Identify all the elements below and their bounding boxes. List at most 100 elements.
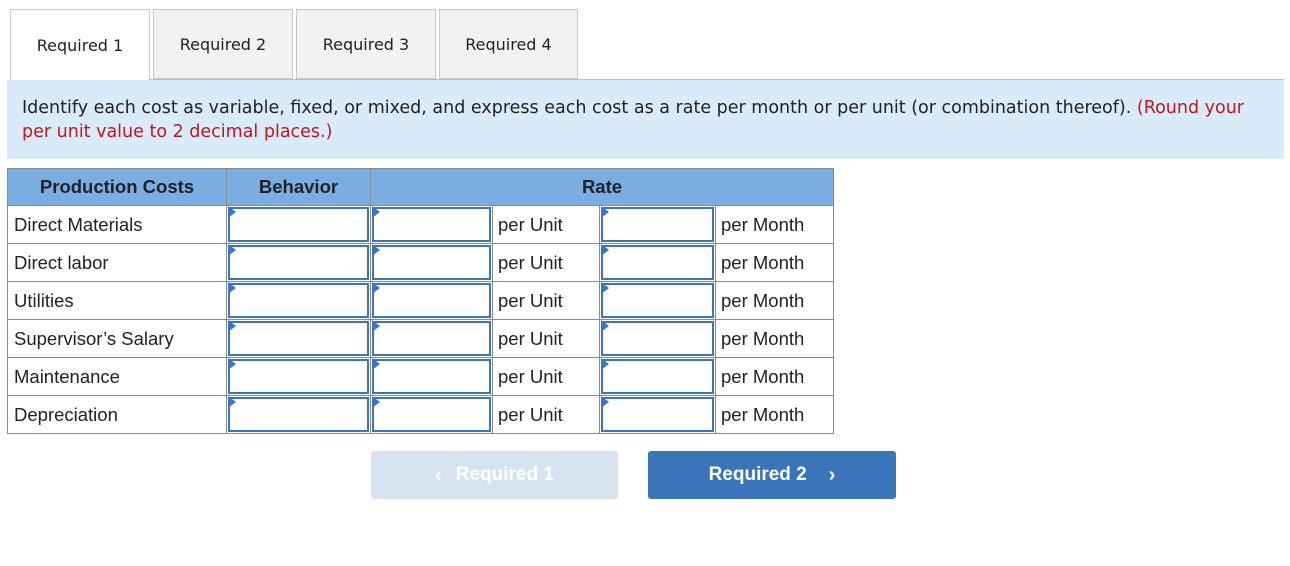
- input-indicator-icon: [372, 320, 380, 332]
- cost-label: Direct labor: [7, 243, 227, 282]
- dropdown-indicator-icon: [228, 358, 236, 370]
- cost-label: Direct Materials: [7, 205, 227, 244]
- input-indicator-icon: [601, 282, 609, 294]
- table-row: Maintenance per Unit per Month: [7, 357, 834, 396]
- dropdown-indicator-icon: [228, 396, 236, 408]
- behavior-input[interactable]: [226, 243, 371, 282]
- table-header-row: Production Costs Behavior Rate: [7, 168, 834, 206]
- dropdown-indicator-icon: [228, 282, 236, 294]
- tab-label: Required 1: [36, 35, 124, 55]
- behavior-input[interactable]: [226, 205, 371, 244]
- tab-bar: Required 1 Required 2 Required 3 Require…: [10, 9, 581, 80]
- per-month-input[interactable]: [599, 243, 716, 282]
- next-required-button[interactable]: Required 2 ›: [648, 451, 896, 499]
- per-unit-label: per Unit: [492, 243, 600, 282]
- instructions-text: Identify each cost as variable, fixed, o…: [22, 98, 1132, 118]
- per-month-input-box[interactable]: [601, 397, 714, 432]
- per-unit-input[interactable]: [370, 281, 493, 320]
- cost-label: Utilities: [7, 281, 227, 320]
- prev-button-label: Required 1: [455, 464, 554, 485]
- header-rate: Rate: [370, 168, 834, 206]
- behavior-input-box[interactable]: [228, 359, 369, 394]
- table-row: Utilities per Unit per Month: [7, 281, 834, 320]
- input-indicator-icon: [372, 206, 380, 218]
- per-unit-label: per Unit: [492, 357, 600, 396]
- per-unit-input-box[interactable]: [372, 245, 491, 280]
- per-unit-input[interactable]: [370, 357, 493, 396]
- per-month-label: per Month: [715, 205, 834, 244]
- behavior-input-box[interactable]: [228, 245, 369, 280]
- header-production-costs: Production Costs: [7, 168, 227, 206]
- per-unit-input-box[interactable]: [372, 321, 491, 356]
- per-month-input-box[interactable]: [601, 359, 714, 394]
- dropdown-indicator-icon: [228, 320, 236, 332]
- per-month-input[interactable]: [599, 205, 716, 244]
- per-unit-label: per Unit: [492, 281, 600, 320]
- cost-label: Depreciation: [7, 395, 227, 434]
- per-month-input-box[interactable]: [601, 283, 714, 318]
- cost-behavior-table: Production Costs Behavior Rate Direct Ma…: [7, 168, 834, 434]
- cost-label: Maintenance: [7, 357, 227, 396]
- per-unit-label: per Unit: [492, 205, 600, 244]
- per-month-input[interactable]: [599, 357, 716, 396]
- per-month-input-box[interactable]: [601, 245, 714, 280]
- input-indicator-icon: [372, 282, 380, 294]
- input-indicator-icon: [601, 206, 609, 218]
- dropdown-indicator-icon: [228, 244, 236, 256]
- tab-required-3[interactable]: Required 3: [296, 9, 436, 79]
- input-indicator-icon: [601, 320, 609, 332]
- input-indicator-icon: [601, 244, 609, 256]
- tab-required-1[interactable]: Required 1: [10, 9, 150, 80]
- instructions-panel: Identify each cost as variable, fixed, o…: [7, 80, 1284, 159]
- tab-required-2[interactable]: Required 2: [153, 9, 293, 79]
- per-month-input[interactable]: [599, 319, 716, 358]
- table-row: Depreciation per Unit per Month: [7, 395, 834, 434]
- per-unit-input[interactable]: [370, 205, 493, 244]
- per-month-input[interactable]: [599, 281, 716, 320]
- input-indicator-icon: [601, 358, 609, 370]
- input-indicator-icon: [372, 396, 380, 408]
- per-unit-input-box[interactable]: [372, 397, 491, 432]
- per-month-label: per Month: [715, 281, 834, 320]
- per-unit-input-box[interactable]: [372, 283, 491, 318]
- table-row: Direct labor per Unit per Month: [7, 243, 834, 282]
- per-month-label: per Month: [715, 319, 834, 358]
- per-unit-label: per Unit: [492, 395, 600, 434]
- per-unit-input[interactable]: [370, 395, 493, 434]
- per-month-input-box[interactable]: [601, 207, 714, 242]
- behavior-input[interactable]: [226, 281, 371, 320]
- behavior-input[interactable]: [226, 357, 371, 396]
- per-month-label: per Month: [715, 243, 834, 282]
- dropdown-indicator-icon: [228, 206, 236, 218]
- behavior-input-box[interactable]: [228, 321, 369, 356]
- input-indicator-icon: [601, 396, 609, 408]
- tab-required-4[interactable]: Required 4: [439, 9, 578, 79]
- per-unit-input-box[interactable]: [372, 359, 491, 394]
- chevron-right-icon: ›: [828, 463, 836, 486]
- per-unit-input[interactable]: [370, 319, 493, 358]
- chevron-left-icon: ‹: [435, 463, 442, 486]
- tab-label: Required 2: [179, 34, 267, 54]
- behavior-input[interactable]: [226, 319, 371, 358]
- cost-label: Supervisor’s Salary: [7, 319, 227, 358]
- per-month-input[interactable]: [599, 395, 716, 434]
- per-unit-label: per Unit: [492, 319, 600, 358]
- behavior-input-box[interactable]: [228, 207, 369, 242]
- behavior-input-box[interactable]: [228, 397, 369, 432]
- per-unit-input[interactable]: [370, 243, 493, 282]
- header-behavior: Behavior: [226, 168, 371, 206]
- behavior-input[interactable]: [226, 395, 371, 434]
- per-month-label: per Month: [715, 357, 834, 396]
- tab-label: Required 3: [322, 34, 410, 54]
- per-month-label: per Month: [715, 395, 834, 434]
- input-indicator-icon: [372, 358, 380, 370]
- table-row: Direct Materials per Unit per Month: [7, 205, 834, 244]
- tab-label: Required 4: [465, 34, 552, 54]
- per-month-input-box[interactable]: [601, 321, 714, 356]
- input-indicator-icon: [372, 244, 380, 256]
- per-unit-input-box[interactable]: [372, 207, 491, 242]
- table-row: Supervisor’s Salary per Unit per Month: [7, 319, 834, 358]
- prev-required-button[interactable]: ‹ Required 1: [371, 451, 618, 499]
- behavior-input-box[interactable]: [228, 283, 369, 318]
- next-button-label: Required 2: [708, 464, 807, 485]
